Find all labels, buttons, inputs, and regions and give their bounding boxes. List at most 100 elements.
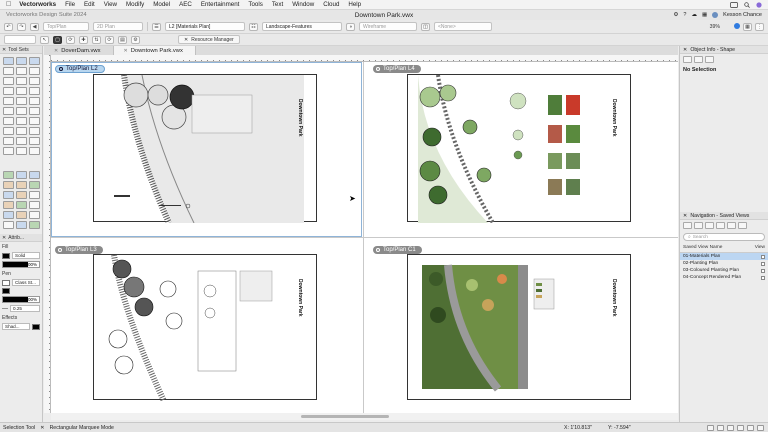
- tool-button[interactable]: [16, 87, 27, 95]
- search-icon[interactable]: [744, 1, 750, 8]
- drawing-canvas[interactable]: Top/Plan L2 Downtown Park Top/Plan L4 Do…: [51, 62, 678, 413]
- layer-combo[interactable]: L2 [Materials Plan]: [165, 22, 245, 31]
- scrollbar-thumb[interactable]: [301, 415, 389, 418]
- toolset-button[interactable]: [3, 221, 14, 229]
- close-icon[interactable]: ✕: [184, 37, 188, 43]
- toolset-button[interactable]: [16, 201, 27, 209]
- layer-icon[interactable]: ☰: [152, 22, 161, 31]
- menu-text[interactable]: Text: [272, 1, 283, 8]
- tab-saved-views[interactable]: [727, 222, 736, 229]
- view-checkbox[interactable]: [761, 275, 765, 280]
- tool-button[interactable]: [3, 117, 14, 125]
- projection-combo[interactable]: <None>: [434, 22, 492, 31]
- close-icon[interactable]: ✕: [54, 48, 58, 54]
- view-combo[interactable]: Top/Plan: [43, 22, 89, 31]
- tool-button[interactable]: [16, 97, 27, 105]
- close-icon[interactable]: ✕: [683, 213, 687, 219]
- tool-button[interactable]: [3, 87, 14, 95]
- pen-style-combo[interactable]: Class St...: [12, 279, 40, 286]
- close-icon[interactable]: ✕: [2, 235, 6, 241]
- toolset-button[interactable]: [29, 171, 40, 179]
- tool-button[interactable]: [3, 97, 14, 105]
- viewport-label-l4[interactable]: Top/Plan L4: [373, 65, 421, 73]
- render-icon[interactable]: ◑: [346, 22, 355, 31]
- toolset-button[interactable]: [16, 181, 27, 189]
- tool-button[interactable]: [3, 57, 14, 65]
- zoom-level[interactable]: 39%: [710, 24, 720, 30]
- tool-button[interactable]: [29, 117, 40, 125]
- view-checkbox[interactable]: [761, 254, 765, 259]
- tool-button[interactable]: [29, 147, 40, 155]
- tool-button[interactable]: [3, 107, 14, 115]
- toolset-button[interactable]: [29, 221, 40, 229]
- options-icon[interactable]: ⚙: [131, 35, 140, 44]
- menu-aec[interactable]: AEC: [179, 1, 192, 8]
- marquee-mode-icon[interactable]: ▢: [53, 35, 62, 44]
- column-saved-view-name[interactable]: Saved View Name: [683, 245, 722, 250]
- saved-view-row[interactable]: 04-Concept Rendered Plan: [680, 274, 768, 281]
- siri-icon[interactable]: [756, 1, 762, 8]
- tab-downtown-park[interactable]: ✕ Downtown Park.vwx: [113, 46, 196, 55]
- toolset-button[interactable]: [16, 171, 27, 179]
- viewport-label-l2[interactable]: Top/Plan L2: [55, 65, 105, 73]
- menu-file[interactable]: File: [65, 1, 75, 8]
- menu-window[interactable]: Window: [292, 1, 314, 8]
- tab-doverdam[interactable]: ✕ DoverDam.vwx: [44, 46, 114, 55]
- snap-smart-icon[interactable]: [737, 424, 744, 431]
- lasso-mode-icon[interactable]: ⟳: [66, 35, 75, 44]
- plane-combo[interactable]: 2D Plan: [93, 22, 143, 31]
- sheet-l2[interactable]: Downtown Park: [93, 74, 317, 223]
- menu-model[interactable]: Model: [153, 1, 170, 8]
- toolbar-more-icon[interactable]: ⋮: [755, 22, 764, 31]
- menu-help[interactable]: Help: [348, 1, 361, 8]
- tool-button[interactable]: [16, 67, 27, 75]
- fill-style-combo[interactable]: Solid: [12, 252, 40, 259]
- snap-angle-icon[interactable]: [727, 424, 734, 431]
- tool-button[interactable]: [3, 137, 14, 145]
- tool-button[interactable]: [16, 107, 27, 115]
- sheet-c1[interactable]: Downtown Park: [407, 254, 631, 400]
- viewport-label-c1[interactable]: Top/Plan C1: [373, 246, 422, 254]
- tool-button[interactable]: [3, 147, 14, 155]
- pen-color-swatch[interactable]: [2, 288, 10, 294]
- search-input[interactable]: ⌕ Search: [683, 233, 765, 241]
- fill-swatch[interactable]: [2, 252, 10, 259]
- settings-icon[interactable]: ⚙: [673, 12, 678, 18]
- column-view[interactable]: View: [755, 245, 765, 250]
- tool-button[interactable]: [29, 97, 40, 105]
- menu-edit[interactable]: Edit: [84, 1, 95, 8]
- menu-modify[interactable]: Modify: [126, 1, 144, 8]
- tab-classes[interactable]: [683, 222, 692, 229]
- group-icon[interactable]: ▤: [118, 35, 127, 44]
- shadow-swatch[interactable]: [32, 323, 40, 330]
- menu-cloud[interactable]: Cloud: [323, 1, 339, 8]
- menu-entertainment[interactable]: Entertainment: [201, 1, 240, 8]
- sheet-l4[interactable]: Downtown Park: [407, 74, 631, 223]
- tab-render[interactable]: [705, 56, 714, 63]
- navigation-header[interactable]: ✕ Navigation - Saved Views: [680, 212, 768, 220]
- tool-button[interactable]: [29, 77, 40, 85]
- menu-tools[interactable]: Tools: [248, 1, 262, 8]
- vertical-ruler[interactable]: [44, 55, 51, 413]
- close-icon[interactable]: ✕: [683, 47, 687, 53]
- class-icon[interactable]: ☷: [249, 22, 258, 31]
- menu-view[interactable]: View: [104, 1, 117, 8]
- undo-icon[interactable]: ↶: [4, 22, 13, 31]
- view-checkbox[interactable]: [761, 268, 765, 273]
- tool-button[interactable]: [29, 107, 40, 115]
- pen-opacity-bar[interactable]: 100%: [2, 296, 40, 303]
- toolset-button[interactable]: [3, 181, 14, 189]
- tool-button[interactable]: [3, 77, 14, 85]
- horizontal-scrollbar[interactable]: [51, 413, 678, 420]
- tool-button[interactable]: [29, 137, 40, 145]
- saved-view-row[interactable]: 01-Materials Plan: [680, 253, 768, 260]
- pen-swatch[interactable]: [2, 279, 10, 286]
- snap-object-icon[interactable]: [717, 424, 724, 431]
- tool-button[interactable]: [29, 127, 40, 135]
- projection-icon[interactable]: ◫: [421, 22, 430, 31]
- view-back-icon[interactable]: ◀: [30, 22, 39, 31]
- view-options-icon[interactable]: ▦: [743, 22, 752, 31]
- tool-button[interactable]: [29, 87, 40, 95]
- fill-opacity-bar[interactable]: 100%: [2, 261, 40, 268]
- tab-layers[interactable]: [694, 222, 703, 229]
